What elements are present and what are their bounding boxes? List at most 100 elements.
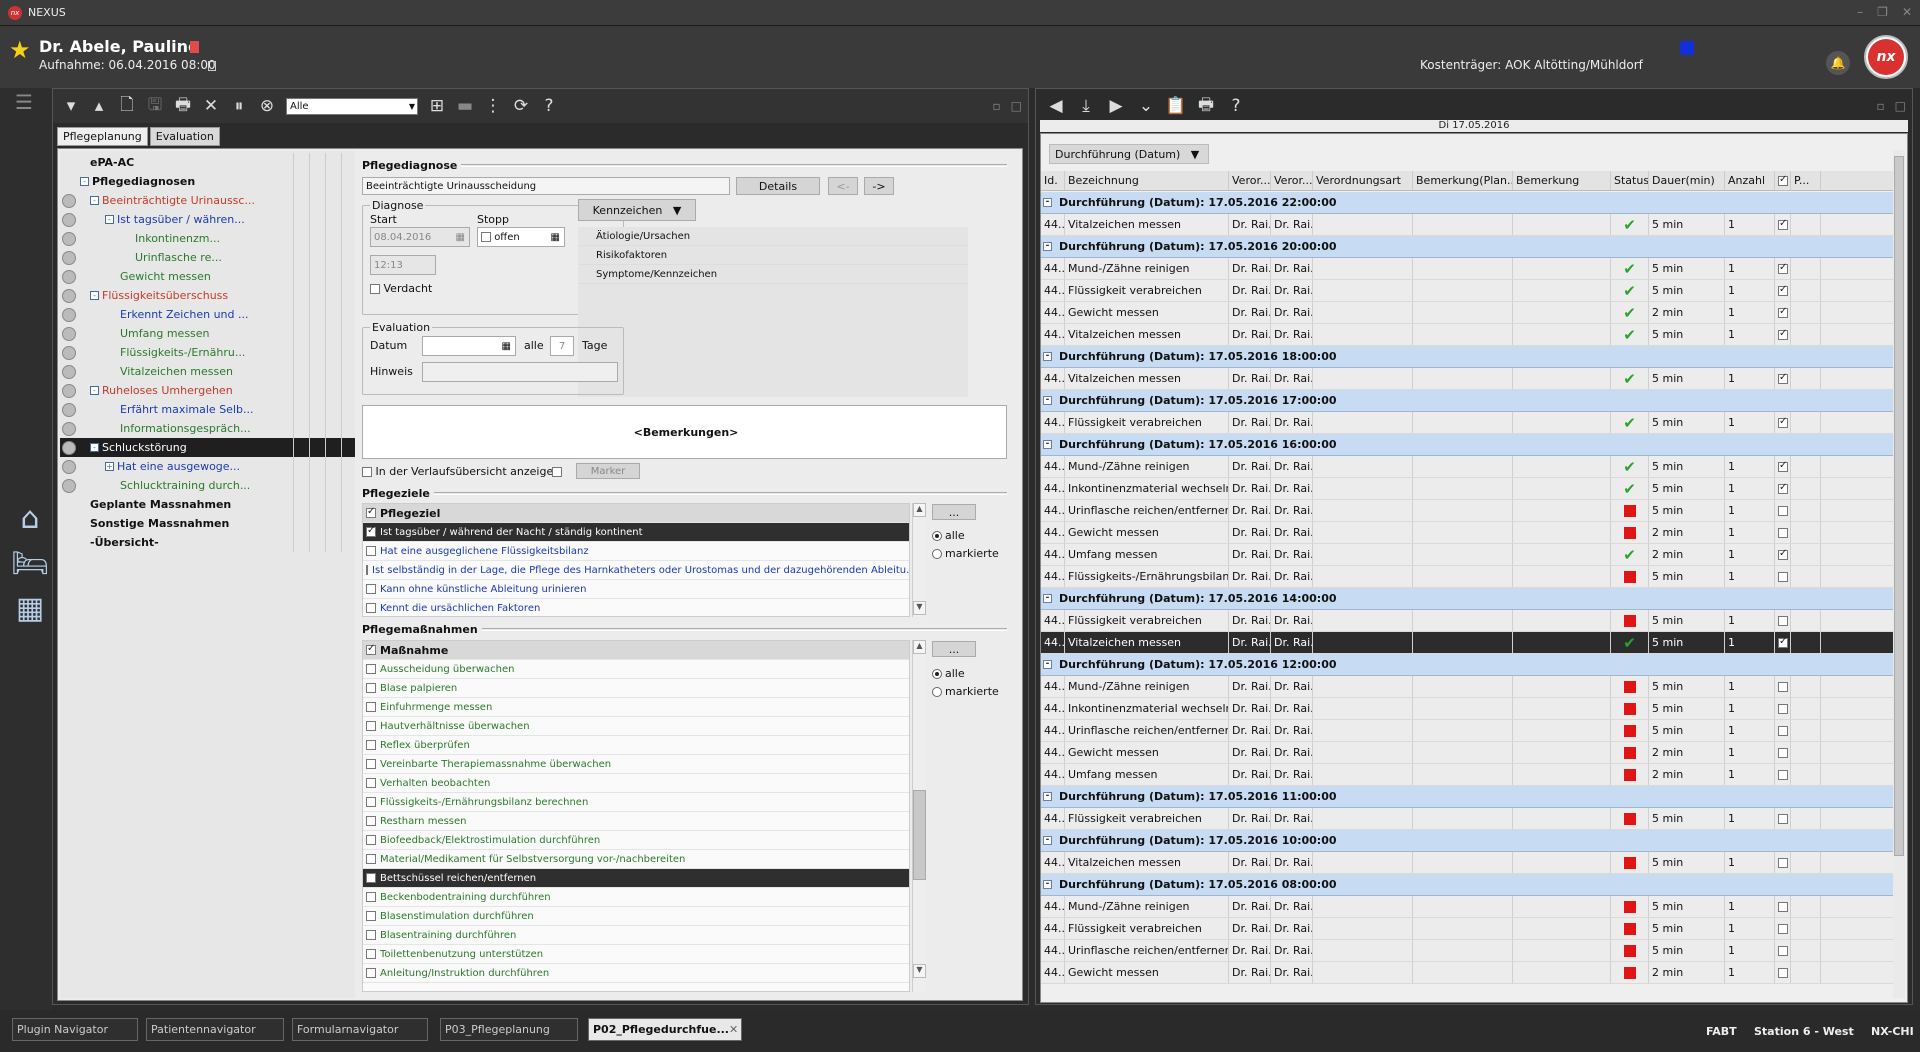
tree-node[interactable]: Sonstige Massnahmen xyxy=(60,514,355,533)
group-row[interactable]: - Durchführung (Datum): 17.05.2016 08:00:… xyxy=(1041,874,1893,896)
tree-node[interactable]: - Flüssigkeitsüberschuss xyxy=(60,286,355,305)
tree-node[interactable]: - Ruheloses Umhergehen xyxy=(60,381,355,400)
hinweis-input[interactable] xyxy=(422,362,618,382)
scroll-up-icon[interactable]: ▲ xyxy=(913,640,926,654)
list-item[interactable]: Biofeedback/Elektrostimulation durchführ… xyxy=(363,831,909,850)
help-icon[interactable]: ? xyxy=(1224,94,1248,118)
maximize-icon[interactable]: □ xyxy=(1011,99,1022,113)
item-checkbox[interactable] xyxy=(366,930,376,940)
radio-icon[interactable] xyxy=(932,549,942,559)
row-checkbox[interactable] xyxy=(1778,923,1788,934)
collapse-icon[interactable]: - xyxy=(1043,352,1052,361)
tree-node[interactable]: + Hat eine ausgewoge... xyxy=(60,457,355,476)
tab-evaluation[interactable]: Evaluation xyxy=(149,127,220,146)
next-button[interactable]: -> xyxy=(864,177,894,195)
column-header[interactable]: Bemerkung xyxy=(1513,171,1611,190)
back-icon[interactable]: ◀ xyxy=(1044,94,1068,118)
row-checkbox[interactable] xyxy=(1778,284,1788,296)
patient-record-icon[interactable] xyxy=(190,41,199,53)
column-header[interactable]: Bemerkung(Plan... xyxy=(1413,171,1513,190)
delete-icon[interactable]: ✕ xyxy=(199,94,223,118)
table-row[interactable]: 44...Urinflasche reichen/entfernenDr. Ra… xyxy=(1041,720,1893,742)
item-checkbox[interactable] xyxy=(366,565,368,575)
column-header[interactable]: P... xyxy=(1791,171,1821,190)
collapse-icon[interactable]: - xyxy=(90,196,99,205)
table-row[interactable]: 44...Flüssigkeit verabreichenDr. Rai...D… xyxy=(1041,808,1893,830)
group-row[interactable]: - Durchführung (Datum): 17.05.2016 22:00:… xyxy=(1041,192,1893,214)
measures-more-button[interactable]: ... xyxy=(932,641,976,657)
calendar-icon[interactable]: ▦ xyxy=(12,590,48,626)
tree-node[interactable]: Gewicht messen xyxy=(60,267,355,286)
marker-checkbox[interactable] xyxy=(552,467,562,477)
list-item[interactable]: Reflex überprüfen xyxy=(363,736,909,755)
item-checkbox[interactable] xyxy=(366,949,376,959)
table-row[interactable]: 44...Umfang messenDr. Rai...Dr. Rai...✔2… xyxy=(1041,544,1893,566)
item-checkbox[interactable] xyxy=(366,721,376,731)
collapse-icon[interactable]: - xyxy=(90,386,99,395)
new-document-icon[interactable]: 🗋 xyxy=(115,94,139,118)
days-input[interactable]: 7 xyxy=(550,336,574,356)
tree-node[interactable]: Geplante Massnahmen xyxy=(60,495,355,514)
restore-icon[interactable]: ❐ xyxy=(1877,5,1888,19)
details-button[interactable]: Details xyxy=(736,177,820,195)
row-checkbox[interactable] xyxy=(1778,703,1788,714)
measures-select-all[interactable] xyxy=(366,643,376,655)
maximize-icon[interactable]: □ xyxy=(1895,99,1906,113)
table-row[interactable]: 44...Gewicht messenDr. Rai...Dr. Rai...2… xyxy=(1041,962,1893,984)
tree-node[interactable]: Erfährt maximale Selb... xyxy=(60,400,355,419)
menu-icon[interactable]: ☰ xyxy=(15,90,33,114)
item-checkbox[interactable] xyxy=(366,683,376,693)
collapse-icon[interactable]: - xyxy=(80,177,89,186)
expand-icon[interactable]: + xyxy=(105,462,114,471)
collapse-icon[interactable]: - xyxy=(1043,440,1052,449)
column-header[interactable] xyxy=(1775,171,1791,190)
column-header[interactable]: Veror... xyxy=(1271,171,1313,190)
column-header[interactable]: Status xyxy=(1611,171,1649,190)
list-item[interactable]: Beckenbodentraining durchführen xyxy=(363,888,909,907)
verlauf-checkbox[interactable] xyxy=(362,467,372,477)
download-icon[interactable]: ⤓ xyxy=(1074,94,1098,118)
item-checkbox[interactable] xyxy=(366,816,376,826)
clipboard-icon[interactable]: 📋 xyxy=(1164,94,1188,118)
marker-button[interactable]: Marker xyxy=(576,463,640,479)
column-header[interactable]: Verordnungsart xyxy=(1313,171,1413,190)
datum-input[interactable]: ▦ xyxy=(422,336,516,356)
group-row[interactable]: - Durchführung (Datum): 17.05.2016 17:00:… xyxy=(1041,390,1893,412)
row-checkbox[interactable] xyxy=(1778,901,1788,912)
list-item[interactable]: Kennt die ursächlichen Faktoren xyxy=(363,599,909,616)
column-header[interactable]: Veror... xyxy=(1229,171,1271,190)
item-checkbox[interactable] xyxy=(366,968,376,978)
column-header[interactable]: Dauer(min) xyxy=(1649,171,1725,190)
print-icon[interactable]: 🖶 xyxy=(171,94,195,118)
list-item[interactable]: Blase palpieren xyxy=(363,679,909,698)
verdacht-checkbox[interactable] xyxy=(370,284,380,294)
item-checkbox[interactable] xyxy=(366,664,376,674)
tab-p02-pflegedurchfuehrung[interactable]: P02_Pflegedurchfue... ✕ xyxy=(588,1018,742,1041)
tree-node[interactable]: Flüssigkeits-/Ernähru... xyxy=(60,343,355,362)
item-checkbox[interactable] xyxy=(366,778,376,788)
verdacht-option[interactable]: Verdacht xyxy=(370,282,432,295)
list-item[interactable]: Ist tagsüber / während der Nacht / ständ… xyxy=(363,523,909,542)
table-row[interactable]: 44...Vitalzeichen messenDr. Rai...Dr. Ra… xyxy=(1041,632,1893,654)
notification-bell-icon[interactable]: 🔔 xyxy=(1826,51,1850,75)
table-row[interactable]: 44...Vitalzeichen messenDr. Rai...Dr. Ra… xyxy=(1041,324,1893,346)
item-checkbox[interactable] xyxy=(366,525,376,537)
collapse-icon[interactable]: - xyxy=(90,443,99,452)
minimize-icon[interactable]: – xyxy=(1857,5,1863,19)
refresh-icon[interactable]: ⟳ xyxy=(509,94,533,118)
row-checkbox[interactable] xyxy=(1778,505,1788,516)
goals-radio-all[interactable]: alle xyxy=(932,529,965,542)
group-row[interactable]: - Durchführung (Datum): 17.05.2016 10:00:… xyxy=(1041,830,1893,852)
item-checkbox[interactable] xyxy=(366,911,376,921)
item-checkbox[interactable] xyxy=(366,546,376,556)
collapse-icon[interactable]: - xyxy=(1043,242,1052,251)
list-item[interactable]: Flüssigkeits-/Ernährungsbilanz berechnen xyxy=(363,793,909,812)
item-checkbox[interactable] xyxy=(366,740,376,750)
table-row[interactable]: 44...Umfang messenDr. Rai...Dr. Rai...2 … xyxy=(1041,764,1893,786)
table-row[interactable]: 44...Vitalzeichen messenDr. Rai...Dr. Ra… xyxy=(1041,852,1893,874)
row-checkbox[interactable] xyxy=(1778,636,1788,648)
table-row[interactable]: 44...Gewicht messenDr. Rai...Dr. Rai...✔… xyxy=(1041,302,1893,324)
stop-checkbox[interactable] xyxy=(481,232,491,242)
column-header[interactable]: Bezeichnung xyxy=(1065,171,1229,190)
tree-node[interactable]: - Ist tagsüber / währen... xyxy=(60,210,355,229)
